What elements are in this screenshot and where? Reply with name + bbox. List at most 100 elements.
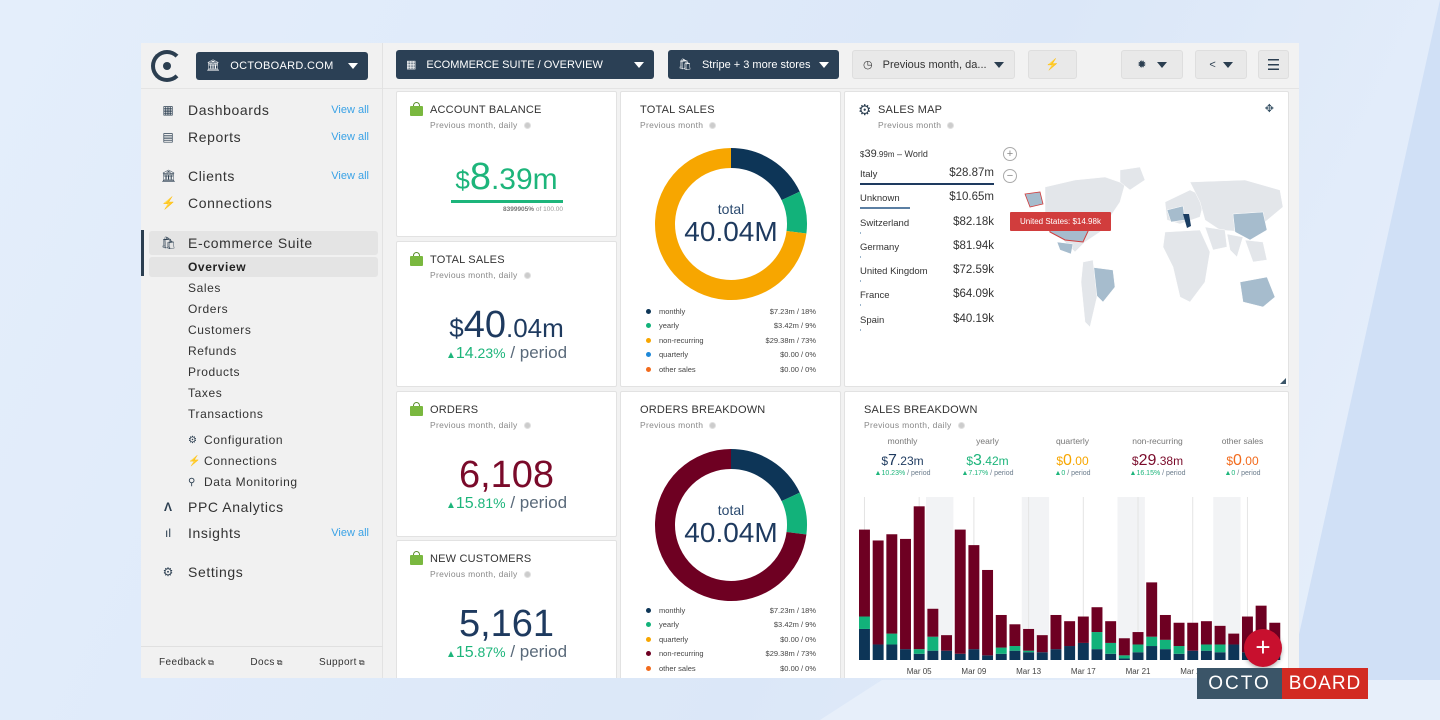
bar-segment-non-recurring[interactable] [968,545,980,650]
bar-segment-yearly[interactable] [1159,639,1171,650]
country-row[interactable]: Italy $28.87m [860,166,994,190]
subitem-configuration[interactable]: ⚙ Configuration [188,433,283,447]
theme-button[interactable]: ✹ [1121,50,1183,79]
docs-link[interactable]: Docs ⧉ [250,657,283,668]
subitem-transactions[interactable]: Transactions [188,405,263,423]
bar-segment-monthly[interactable] [1023,652,1035,660]
bar-segment-non-recurring[interactable] [1009,624,1021,647]
bar-segment-non-recurring[interactable] [1077,616,1089,643]
bar-segment-non-recurring[interactable] [1228,633,1240,645]
bar-segment-non-recurring[interactable] [1118,638,1130,656]
bar-segment-yearly[interactable] [1009,646,1021,651]
info-icon[interactable] [957,422,965,429]
subitem-taxes[interactable]: Taxes [188,384,222,402]
sidebar-item-dashboards[interactable]: ▦ Dashboards View all [141,99,383,121]
bar-segment-monthly[interactable] [1050,649,1062,660]
info-icon[interactable] [523,272,531,279]
bar-segment-monthly[interactable] [1187,650,1199,660]
bar-segment-yearly[interactable] [859,616,870,629]
date-range-selector[interactable]: ◷ Previous month, da... [852,50,1015,79]
legend-item[interactable]: quarterly $0.00 / 0% [646,348,816,363]
bar-segment-monthly[interactable] [954,653,966,660]
legend-item[interactable]: yearly $3.42m / 9% [646,618,816,633]
bar-segment-non-recurring[interactable] [941,635,953,651]
info-icon[interactable] [523,122,531,129]
sidebar-item-connections[interactable]: ⚡ Connections [141,192,383,214]
bar-segment-non-recurring[interactable] [913,506,925,650]
view-all-clients-link[interactable]: View all [331,170,369,182]
bar-segment-monthly[interactable] [1009,650,1021,660]
menu-button[interactable]: ☰ [1258,50,1289,79]
bar-segment-non-recurring[interactable] [1091,607,1103,633]
bar-segment-monthly[interactable] [1064,646,1076,660]
bar-segment-non-recurring[interactable] [886,534,898,634]
legend-item[interactable]: non-recurring $29.38m / 73% [646,333,816,348]
country-row[interactable]: United Kingdom $72.59k [860,263,994,287]
sidebar-item-insights[interactable]: ıl Insights View all [141,522,383,544]
bar-segment-yearly[interactable] [1091,632,1103,650]
subitem-refunds[interactable]: Refunds [188,342,237,360]
drag-handle-icon[interactable]: ✥ [1265,102,1274,115]
bar-segment-monthly[interactable] [1105,653,1117,660]
bar-segment-monthly[interactable] [1228,644,1240,660]
bar-segment-non-recurring[interactable] [1200,621,1212,645]
bar-segment-monthly[interactable] [1200,650,1212,660]
bar-segment-non-recurring[interactable] [1214,625,1226,645]
info-icon[interactable] [709,422,717,429]
dashboard-selector[interactable]: ▦ ECOMMERCE SUITE / OVERVIEW [396,50,654,79]
sidebar-item-ecommerce-suite[interactable]: 🛍 E-commerce Suite [149,231,378,255]
resize-handle-icon[interactable] [1280,378,1286,384]
subitem-customers[interactable]: Customers [188,321,251,339]
bar-segment-non-recurring[interactable] [1023,628,1035,651]
feedback-link[interactable]: Feedback ⧉ [159,657,214,668]
bar-segment-non-recurring[interactable] [954,529,966,654]
bar-segment-yearly[interactable] [1132,644,1144,653]
bar-segment-yearly[interactable] [886,633,898,645]
bar-segment-yearly[interactable] [1214,644,1226,653]
country-row[interactable]: France $64.09k [860,287,994,311]
bar-segment-monthly[interactable] [1118,658,1130,660]
bar-segment-non-recurring[interactable] [1173,622,1185,647]
subitem-sales[interactable]: Sales [188,279,221,297]
bar-segment-monthly[interactable] [927,650,939,660]
bar-segment-monthly[interactable] [1146,646,1158,660]
bar-segment-non-recurring[interactable] [927,608,939,637]
bar-segment-non-recurring[interactable] [872,540,884,645]
bar-segment-monthly[interactable] [1214,652,1226,660]
bar-segment-non-recurring[interactable] [982,569,994,656]
share-button[interactable]: < [1195,50,1247,79]
sidebar-item-reports[interactable]: ▤ Reports View all [141,126,383,148]
bar-segment-yearly[interactable] [1146,636,1158,647]
legend-item[interactable]: yearly $3.42m / 9% [646,319,816,334]
legend-item[interactable]: non-recurring $29.38m / 73% [646,647,816,662]
org-selector[interactable]: 🏛 OCTOBOARD.COM [196,51,368,80]
info-icon[interactable] [947,122,955,129]
bar-segment-non-recurring[interactable] [900,538,911,650]
sidebar-item-clients[interactable]: 🏛 Clients View all [141,165,383,187]
bar-segment-non-recurring[interactable] [859,529,870,617]
bar-segment-monthly[interactable] [1036,652,1048,660]
octoboard-logo-icon[interactable] [151,49,183,82]
info-icon[interactable] [709,122,717,129]
bar-segment-yearly[interactable] [913,649,925,654]
add-widget-button[interactable]: + [1244,629,1282,667]
legend-item[interactable]: other sales $0.00 / 0% [646,661,816,676]
bar-segment-yearly[interactable] [1023,650,1035,653]
world-map[interactable] [1005,132,1285,382]
country-row[interactable]: Spain $40.19k [860,312,994,336]
bar-segment-yearly[interactable] [1200,644,1212,651]
legend-item[interactable]: monthly $7.23m / 18% [646,603,816,618]
bar-segment-monthly[interactable] [1132,652,1144,660]
bar-segment-non-recurring[interactable] [1050,614,1062,650]
bar-segment-yearly[interactable] [1105,642,1117,654]
bar-segment-monthly[interactable] [1159,649,1171,660]
bar-segment-non-recurring[interactable] [1036,635,1048,653]
subitem-products[interactable]: Products [188,363,240,381]
bar-segment-monthly[interactable] [913,653,925,660]
bar-segment-yearly[interactable] [995,647,1007,654]
bar-segment-non-recurring[interactable] [1064,621,1076,647]
info-icon[interactable] [523,571,531,578]
sidebar-item-ppc-analytics[interactable]: Λ PPC Analytics [141,496,383,518]
bar-segment-monthly[interactable] [1091,649,1103,660]
bar-segment-monthly[interactable] [1077,642,1089,660]
